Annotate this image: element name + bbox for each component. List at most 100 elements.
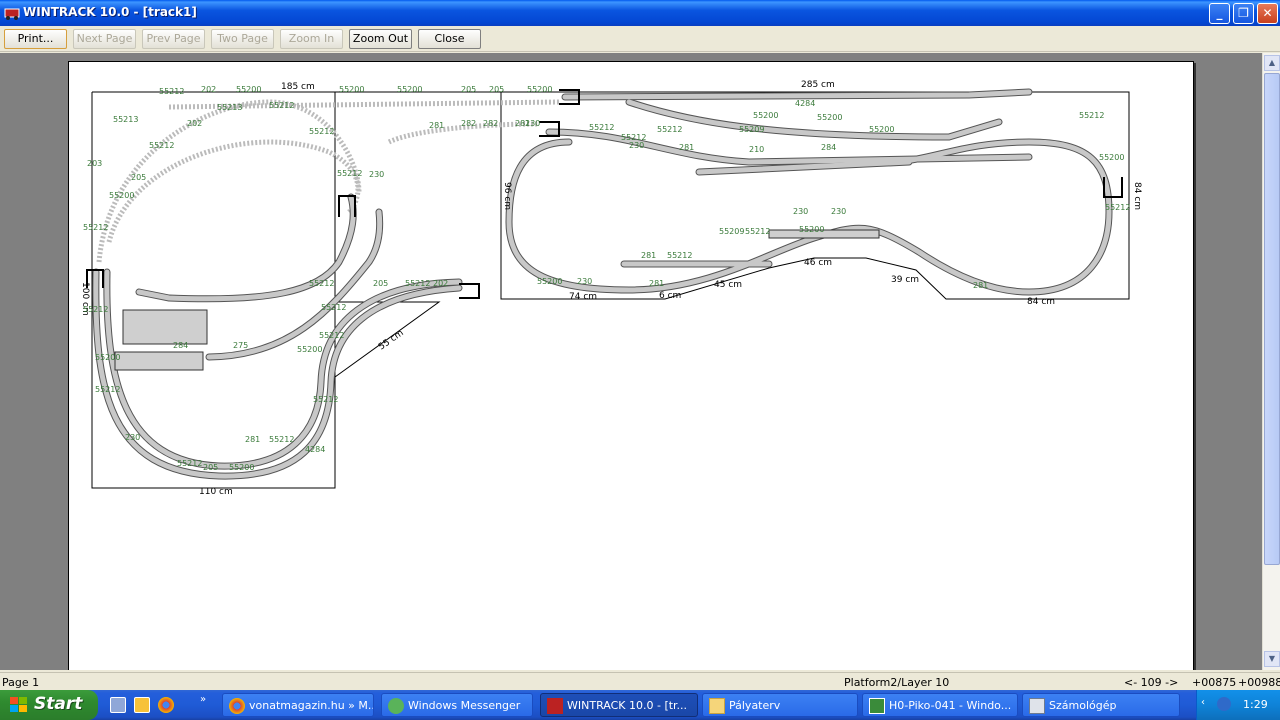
dim-middle: 96 cm	[502, 182, 512, 210]
track-part-label: 55212	[1105, 203, 1130, 212]
track-part-label: 230	[525, 119, 540, 128]
track-part-label: 55200	[753, 111, 778, 120]
dim-top-right: 285 cm	[801, 80, 835, 90]
track-part-label: 55213	[217, 103, 242, 112]
taskbar: Start » vonatmagazin.hu » M... Windows M…	[0, 690, 1280, 720]
preview-area[interactable]: 185 cm 285 cm 84 cm 100 cm 96 cm 110 cm …	[0, 53, 1262, 670]
print-button[interactable]: Print...	[4, 29, 67, 49]
quicklaunch-mail-icon[interactable]	[134, 697, 150, 713]
task-piko[interactable]: H0-Piko-041 - Windo...	[862, 693, 1018, 717]
track-part-label: 55212	[177, 459, 202, 468]
task-messenger[interactable]: Windows Messenger	[381, 693, 533, 717]
track-part-label: 4284	[305, 445, 325, 454]
dim-46: 46 cm	[804, 258, 832, 268]
track-part-label: 284	[821, 143, 836, 152]
start-label: Start	[34, 694, 83, 714]
dim-55: 55 cm	[377, 328, 406, 352]
track-part-label: 55200	[1099, 153, 1124, 162]
dim-39: 39 cm	[891, 275, 919, 285]
task-label: Pályaterv	[729, 699, 781, 712]
track-part-label: 275	[233, 341, 248, 350]
track-part-label: 55212	[589, 123, 614, 132]
task-label: Windows Messenger	[408, 699, 521, 712]
track-part-label: 55212	[309, 279, 334, 288]
track-part-label: 55212	[337, 169, 362, 178]
status-coord-x: +00875	[1192, 676, 1237, 689]
track-part-label: 230	[369, 170, 384, 179]
track-part-label: 55212	[269, 101, 294, 110]
calculator-icon	[1029, 698, 1045, 714]
track-part-label: 202	[187, 119, 202, 128]
track-part-label: 55212	[83, 223, 108, 232]
scroll-up-arrow-icon[interactable]: ▲	[1264, 55, 1280, 71]
scroll-down-arrow-icon[interactable]: ▼	[1264, 651, 1280, 667]
next-page-button[interactable]: Next Page	[73, 29, 136, 49]
track-part-label: 230	[125, 433, 140, 442]
status-layer: Platform2/Layer 10	[844, 676, 950, 689]
track-part-label: 205	[203, 463, 218, 472]
track-part-label: 55200	[95, 353, 120, 362]
network-icon[interactable]	[1217, 697, 1231, 711]
track-part-label: 55200	[817, 113, 842, 122]
track-part-label: 281	[649, 279, 664, 288]
task-palyaterv[interactable]: Pályaterv	[702, 693, 858, 717]
system-tray: ‹ 1:29	[1196, 690, 1280, 720]
task-label: vonatmagazin.hu » M...	[249, 699, 374, 712]
track-part-label: 230	[577, 277, 592, 286]
prev-page-button[interactable]: Prev Page	[142, 29, 205, 49]
buffer-stops	[86, 89, 1123, 299]
chrome-icon	[229, 698, 245, 714]
track-plan[interactable]: 185 cm 285 cm 84 cm 100 cm 96 cm 110 cm …	[69, 62, 1195, 670]
scrollbar-thumb[interactable]	[1264, 73, 1280, 565]
close-preview-button[interactable]: Close	[418, 29, 481, 49]
zoom-in-button[interactable]: Zoom In	[280, 29, 343, 49]
track-part-label: 55213	[113, 115, 138, 124]
show-desktop-icon[interactable]	[110, 697, 126, 713]
chrome-icon[interactable]	[158, 697, 174, 713]
track-part-label: 205	[131, 173, 146, 182]
track-part-label: 55212	[319, 331, 344, 340]
platform-left	[114, 351, 204, 371]
track-part-label: 55200	[229, 463, 254, 472]
wintrack-app-icon[interactable]	[4, 5, 20, 21]
track-part-label: 55200	[397, 85, 422, 94]
track-part-label: 281	[679, 143, 694, 152]
task-wintrack[interactable]: WINTRACK 10.0 - [tr...	[540, 693, 698, 717]
track-part-label: 4284	[795, 99, 815, 108]
track-part-label: 55200	[297, 345, 322, 354]
two-page-button[interactable]: Two Page	[211, 29, 274, 49]
track-part-label: 55200	[339, 85, 364, 94]
clock[interactable]: 1:29	[1243, 698, 1268, 711]
zoom-out-button[interactable]: Zoom Out	[349, 29, 412, 49]
folder-icon	[709, 698, 725, 714]
dim-top-left: 185 cm	[281, 82, 315, 92]
dim-84b: 84 cm	[1027, 297, 1055, 307]
track-part-label: 205	[461, 85, 476, 94]
track-part-label: 284	[173, 341, 188, 350]
track-part-label: 55212	[405, 279, 430, 288]
vertical-scrollbar[interactable]: ▲ ▼	[1262, 53, 1280, 670]
track-part-label: 281	[641, 251, 656, 260]
buffer-stop	[459, 283, 480, 299]
dim-45: 45 cm	[714, 280, 742, 290]
track-part-label: 203	[87, 159, 102, 168]
maximize-button[interactable]: ❐	[1233, 3, 1254, 24]
track-part-label: 205	[489, 85, 504, 94]
title-bar: WINTRACK 10.0 - [track1] _ ❐ ✕	[0, 0, 1280, 26]
track-part-label: 282	[461, 119, 476, 128]
track-part-label: 55200	[869, 125, 894, 134]
task-calculator[interactable]: Számológép	[1022, 693, 1180, 717]
track-part-label: 55212	[313, 395, 338, 404]
track-part-label: 55212	[667, 251, 692, 260]
tray-expand-icon[interactable]: ‹	[1201, 697, 1205, 708]
task-vonatmagazin[interactable]: vonatmagazin.hu » M...	[222, 693, 374, 717]
track-sections-inner	[93, 89, 1112, 479]
window-title: WINTRACK 10.0 - [track1]	[23, 5, 197, 19]
track-part-label: 55212	[269, 435, 294, 444]
quicklaunch-more-icon[interactable]: »	[200, 694, 216, 710]
start-button[interactable]: Start	[0, 690, 98, 720]
close-window-button[interactable]: ✕	[1257, 3, 1278, 24]
track-part-label: 55212	[95, 385, 120, 394]
track-part-label: 281	[429, 121, 444, 130]
minimize-button[interactable]: _	[1209, 3, 1230, 24]
